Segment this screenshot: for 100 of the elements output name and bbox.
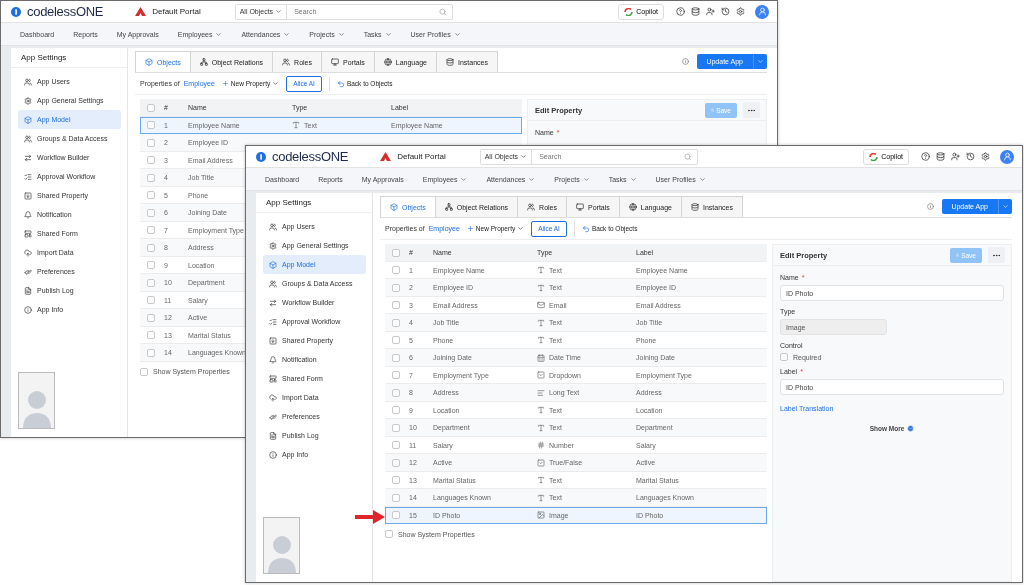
checkbox[interactable] [392,388,400,397]
settings-icon[interactable] [981,152,990,161]
avatar-placeholder [18,372,55,429]
portal-name: Default Portal [152,7,201,16]
info-icon [682,58,690,65]
nodes-icon [444,203,453,211]
sidebar-title: App Settings [11,48,127,68]
text-type-icon [537,336,545,345]
text-type-icon [537,283,545,292]
cube-icon [390,203,398,211]
checkbox[interactable] [392,476,400,485]
help-icon[interactable] [676,7,685,16]
checkbox[interactable] [147,156,155,165]
logo-mark-icon [256,151,266,162]
checkbox[interactable] [392,441,400,450]
checkbox[interactable] [392,493,400,502]
checkbox[interactable] [392,283,400,292]
globe-icon [628,203,637,211]
caret-icon [698,175,706,183]
globe-icon [383,58,392,66]
gear-icon [269,241,277,250]
help-icon[interactable] [921,152,930,161]
more-button[interactable] [988,247,1005,263]
avatar-placeholder [263,517,300,574]
checkbox[interactable] [392,458,400,467]
user-avatar[interactable] [755,4,769,19]
checkbox[interactable] [392,371,400,380]
caret-icon [272,80,280,87]
settings-icon[interactable] [736,7,745,16]
group-icon [269,279,277,288]
checkbox[interactable] [147,331,155,340]
app-logo: codelessONE [27,4,104,19]
undo-icon [336,79,345,88]
more-button[interactable] [743,102,760,118]
checkbox[interactable] [147,138,155,147]
checkbox[interactable] [147,243,155,252]
cube-icon [269,260,277,269]
checkbox[interactable] [392,248,400,257]
checkbox[interactable] [147,313,155,322]
document-icon [269,431,277,440]
group-icon [24,134,32,143]
checkbox[interactable] [392,336,400,345]
caret-icon [757,58,764,65]
checklist-icon [24,172,32,181]
text-type-icon [537,406,545,415]
checkbox[interactable] [147,226,155,235]
logo-mark-icon [11,6,21,17]
checkbox[interactable] [147,121,155,130]
portal-name: Default Portal [397,152,446,161]
calendar-icon [537,353,545,362]
checkbox[interactable] [147,261,155,270]
info-icon [24,305,32,314]
checkbox[interactable] [392,266,400,275]
caret-icon [275,8,283,15]
envelope-icon [537,301,545,310]
checkbox[interactable] [147,278,155,287]
pointer-arrow [355,510,385,524]
caret-icon [283,30,291,38]
undo-icon [581,224,590,233]
checkbox[interactable] [147,103,155,112]
caret-icon [215,30,223,38]
user-avatar[interactable] [1000,149,1014,164]
hand-icon [269,412,277,421]
user-plus-icon[interactable] [706,7,715,16]
text-type-icon [292,121,300,130]
checkbox[interactable] [392,318,400,327]
checkbox[interactable] [147,191,155,200]
users-icon [282,58,291,66]
caret-icon [453,30,461,38]
database-icon[interactable] [691,7,700,16]
monitor-icon [576,203,584,211]
users-icon [527,203,536,211]
history-icon[interactable] [721,7,730,16]
app-logo: codelessONE [272,149,349,164]
hash-icon [537,441,545,450]
info-icon [927,203,935,210]
checkbox[interactable] [147,296,155,305]
caret-icon [517,225,525,232]
cube-icon [145,58,153,66]
monitor-icon [331,58,339,66]
checkbox[interactable] [392,301,400,310]
users-icon [24,77,32,86]
checkbox[interactable] [147,173,155,182]
checkbox[interactable] [392,511,400,520]
sidebar-title: App Settings [256,193,372,213]
copilot-logo-icon [869,152,879,161]
tray-icon [24,191,32,200]
checkbox[interactable] [392,406,400,415]
checkbox[interactable] [392,353,400,362]
search-icon [684,152,692,161]
checkbox[interactable] [392,423,400,432]
lines-icon [537,388,545,397]
gear-icon [24,96,32,105]
user-plus-icon[interactable] [951,152,960,161]
text-type-icon [537,266,545,275]
checkbox[interactable] [147,348,155,357]
history-icon[interactable] [966,152,975,161]
caret-icon [384,30,392,38]
database-icon[interactable] [936,152,945,161]
checkbox[interactable] [147,208,155,217]
